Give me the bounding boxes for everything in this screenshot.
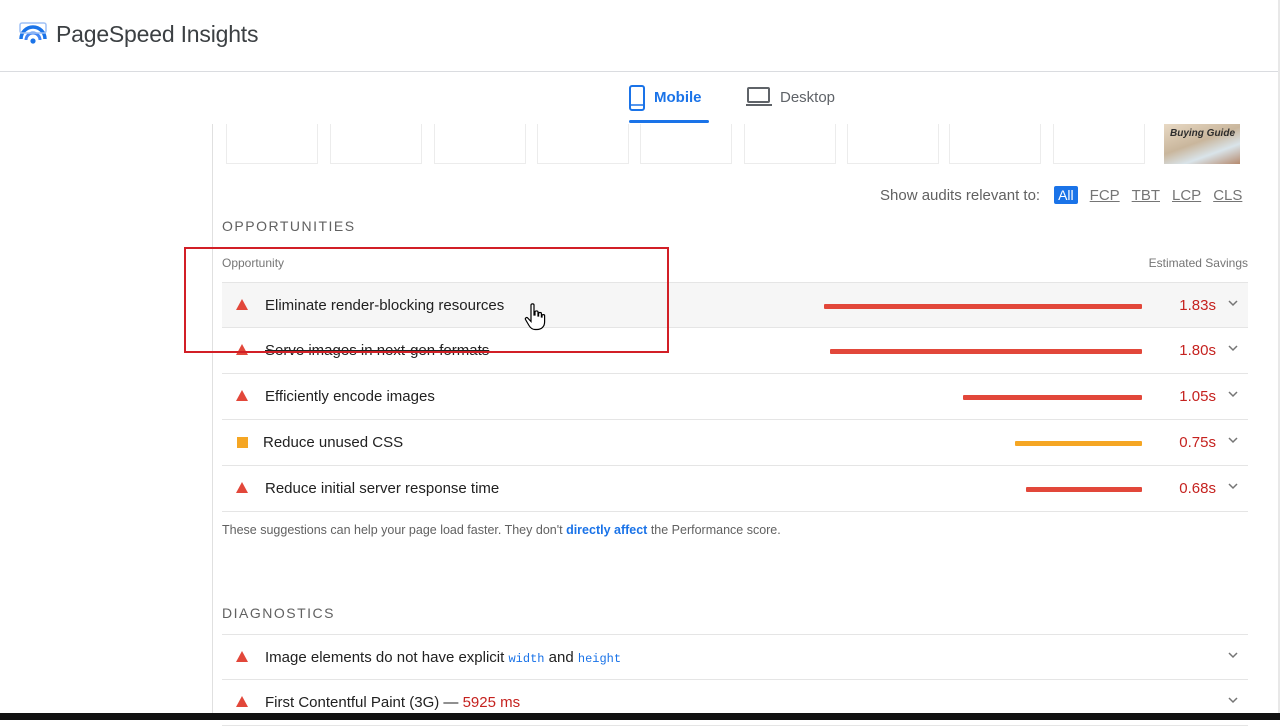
filmstrip-frame bbox=[640, 124, 732, 164]
code-height: height bbox=[577, 652, 622, 666]
opportunity-title: Eliminate render-blocking resources bbox=[265, 297, 505, 314]
filmstrip-frame bbox=[949, 124, 1041, 164]
diagnostics-heading: DIAGNOSTICS bbox=[222, 605, 335, 621]
diagnostic-row[interactable]: Image elements do not have explicit widt… bbox=[222, 634, 1248, 680]
bottom-edge-bar bbox=[0, 713, 1280, 720]
opportunity-title: Serve images in next-gen formats bbox=[265, 342, 490, 359]
hand-cursor-icon bbox=[524, 303, 546, 331]
filter-tbt-chip[interactable]: TBT bbox=[1132, 187, 1160, 204]
pagespeed-logo-icon[interactable] bbox=[18, 20, 48, 50]
savings-column-header: Estimated Savings bbox=[1148, 256, 1248, 270]
opportunity-row[interactable]: Efficiently encode images 1.05s bbox=[222, 374, 1248, 420]
code-width: width bbox=[508, 652, 545, 666]
opportunity-title: Reduce initial server response time bbox=[265, 480, 500, 497]
directly-affect-link[interactable]: directly affect bbox=[566, 523, 647, 537]
filmstrip-final-thumbnail: Buying Guide bbox=[1164, 124, 1240, 164]
app-title[interactable]: PageSpeed Insights bbox=[56, 21, 258, 48]
filmstrip bbox=[226, 124, 1246, 166]
thumbnail-text: Buying Guide bbox=[1170, 128, 1235, 139]
savings-value: 0.75s bbox=[1179, 434, 1216, 451]
filmstrip-frame bbox=[226, 124, 318, 164]
chevron-down-icon bbox=[1228, 345, 1238, 352]
filter-fcp-chip[interactable]: FCP bbox=[1090, 187, 1120, 204]
diagnostic-value: 5925 ms bbox=[462, 694, 521, 711]
chevron-down-icon bbox=[1228, 697, 1238, 704]
filmstrip-frame bbox=[537, 124, 629, 164]
savings-bar bbox=[1026, 487, 1142, 492]
opportunities-note: These suggestions can help your page loa… bbox=[222, 523, 781, 537]
tab-desktop-label: Desktop bbox=[780, 89, 836, 106]
savings-bar bbox=[963, 395, 1142, 400]
tab-mobile-label: Mobile bbox=[654, 89, 702, 106]
chevron-down-icon bbox=[1228, 437, 1238, 444]
opportunity-column-header: Opportunity bbox=[222, 256, 285, 270]
opportunities-heading: OPPORTUNITIES bbox=[222, 218, 356, 234]
filter-all-chip[interactable]: All bbox=[1054, 186, 1078, 204]
filter-cls-chip[interactable]: CLS bbox=[1213, 187, 1242, 204]
diagnostic-text: First Contentful Paint (3G) bbox=[265, 694, 440, 711]
active-tab-indicator bbox=[629, 120, 709, 123]
desktop-icon bbox=[746, 87, 772, 106]
diagnostic-text: Image elements do not have explicit bbox=[265, 649, 509, 666]
filmstrip-frame bbox=[1053, 124, 1145, 164]
note-text-end: the Performance score. bbox=[647, 523, 781, 537]
chevron-down-icon bbox=[1228, 391, 1238, 398]
note-text-start: These suggestions can help your page loa… bbox=[222, 523, 567, 537]
savings-value: 1.83s bbox=[1179, 297, 1216, 314]
phone-icon bbox=[629, 85, 645, 111]
audit-filter: Show audits relevant to: All FCP TBT LCP… bbox=[880, 185, 1254, 205]
savings-value: 0.68s bbox=[1179, 480, 1216, 497]
savings-bar bbox=[824, 304, 1142, 309]
savings-bar bbox=[1015, 441, 1142, 446]
opportunity-title: Reduce unused CSS bbox=[263, 434, 404, 451]
average-square-icon bbox=[237, 437, 248, 448]
diagnostic-title: Image elements do not have explicit widt… bbox=[265, 649, 621, 666]
filmstrip-frame bbox=[847, 124, 939, 164]
fail-triangle-icon bbox=[236, 696, 248, 707]
opportunity-row[interactable]: Eliminate render-blocking resources 1.83s bbox=[222, 282, 1248, 328]
savings-value: 1.80s bbox=[1179, 342, 1216, 359]
filmstrip-frame bbox=[744, 124, 836, 164]
tab-mobile[interactable]: Mobile bbox=[628, 85, 710, 125]
tab-desktop[interactable]: Desktop bbox=[746, 85, 846, 125]
device-tabs: Mobile Desktop bbox=[0, 72, 1280, 124]
chevron-down-icon bbox=[1228, 652, 1238, 659]
opportunity-row[interactable]: Reduce unused CSS 0.75s bbox=[222, 420, 1248, 466]
audit-filter-label: Show audits relevant to: bbox=[880, 186, 1041, 204]
diagnostic-title: First Contentful Paint (3G) — 5925 ms bbox=[265, 694, 520, 711]
fail-triangle-icon bbox=[236, 390, 248, 401]
chevron-down-icon bbox=[1228, 483, 1238, 490]
opportunity-title: Efficiently encode images bbox=[265, 388, 435, 405]
diagnostic-separator: — bbox=[439, 694, 463, 711]
filmstrip-frame bbox=[330, 124, 422, 164]
chevron-down-icon bbox=[1228, 300, 1238, 307]
filmstrip-frame bbox=[434, 124, 526, 164]
fail-triangle-icon bbox=[236, 299, 248, 310]
savings-bar bbox=[830, 349, 1142, 354]
header-bar: PageSpeed Insights bbox=[0, 0, 1280, 72]
fail-triangle-icon bbox=[236, 482, 248, 493]
filter-lcp-chip[interactable]: LCP bbox=[1172, 187, 1201, 204]
opportunity-row[interactable]: Serve images in next-gen formats 1.80s bbox=[222, 328, 1248, 374]
fail-triangle-icon bbox=[236, 344, 248, 355]
opportunity-row[interactable]: Reduce initial server response time 0.68s bbox=[222, 466, 1248, 512]
fail-triangle-icon bbox=[236, 651, 248, 662]
diagnostic-text: and bbox=[544, 649, 578, 666]
savings-value: 1.05s bbox=[1179, 388, 1216, 405]
